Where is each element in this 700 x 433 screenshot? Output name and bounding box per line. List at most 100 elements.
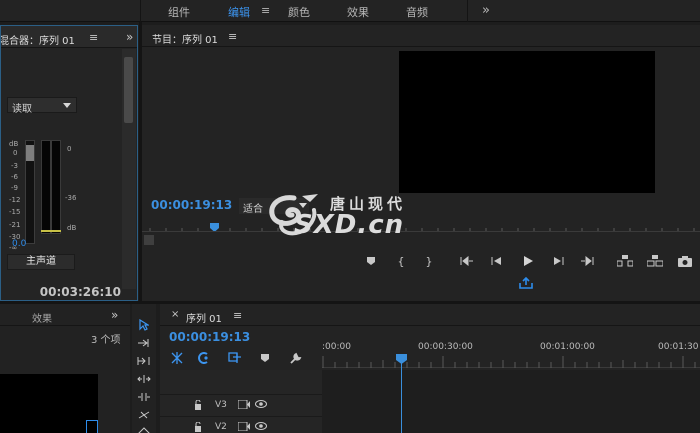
program-monitor-title[interactable]: 节目：序列 01 (152, 31, 218, 46)
db-tick: 0 (13, 149, 18, 157)
timeline-timecode[interactable]: 00:00:19:13 (169, 330, 250, 344)
left-db-scale: dB 0 -3 -6 -9 -12 -15 -21 -30 -∞ (5, 138, 25, 252)
timeline-header: × 序列 01 ≡ (160, 304, 700, 326)
chevron-down-icon (63, 103, 71, 108)
program-monitor-panel: 节目：序列 01 ≡ 00:00:19:13 适合 { } (142, 25, 700, 301)
track-header-v3[interactable]: V3 (160, 394, 322, 416)
workspace-tab-assembly[interactable]: 组件 (168, 4, 190, 20)
workspace-separator (467, 0, 468, 22)
thumbnail-badge-icon (86, 420, 98, 433)
workspace-tab-color[interactable]: 颜色 (288, 4, 310, 20)
timeline-playhead-line[interactable] (401, 354, 402, 433)
track-name: V3 (215, 400, 227, 410)
volume-fader-handle[interactable] (26, 145, 34, 161)
export-frame-icon[interactable] (515, 275, 537, 291)
meter-peak-indicator (41, 230, 61, 232)
rate-stretch-tool-icon[interactable] (136, 390, 152, 404)
track-name: V2 (215, 422, 227, 432)
sync-lock-icon[interactable] (238, 400, 250, 409)
workspace-tab-effects[interactable]: 效果 (347, 4, 369, 20)
timeline-ruler[interactable]: :00:00 00:00:30:00 00:01:00:00 00:01:30 (322, 340, 700, 368)
tab-effects[interactable]: 效果 (32, 310, 52, 325)
track-select-tool-icon[interactable] (136, 336, 152, 350)
workspace-bar: 组件 编辑 ≡ 颜色 效果 音频 » (0, 0, 700, 22)
timeline-panel: × 序列 01 ≡ 00:00:19:13 :00:00 00:00:30:00… (160, 304, 700, 433)
go-to-out-icon[interactable] (576, 253, 598, 269)
ruler-label: 00:01:30 (658, 342, 699, 352)
audio-mixer-panel: 混合器：序列 01 ≡ » 读取 dB 0 -3 -6 -9 -12 -15 -… (0, 25, 138, 301)
automation-mode-value: 读取 (12, 104, 32, 115)
volume-fader-track[interactable] (25, 140, 35, 244)
lock-icon[interactable] (194, 422, 202, 432)
panel-more-icon[interactable]: » (111, 309, 118, 321)
lift-icon[interactable] (614, 253, 636, 269)
workspace-more-icon[interactable]: » (482, 3, 490, 18)
zoom-scroll-handle[interactable] (144, 235, 154, 245)
razor-tool-icon[interactable] (136, 408, 152, 422)
rolling-edit-tool-icon[interactable] (136, 372, 152, 386)
marker-icon[interactable] (260, 353, 270, 363)
program-monitor-header: 节目：序列 01 ≡ (142, 25, 700, 47)
sequence-title[interactable]: 序列 01 (186, 310, 222, 325)
snap-icon[interactable] (170, 352, 184, 364)
panel-divider[interactable] (0, 301, 700, 304)
automation-mode-dropdown[interactable]: 读取 (7, 97, 77, 115)
db-tick: -3 (11, 162, 18, 170)
db-tick: dB (9, 140, 19, 148)
panel-menu-icon[interactable]: ≡ (233, 310, 242, 321)
workspace-tab-audio[interactable]: 音频 (406, 4, 428, 20)
project-item-count: 3 个项 (91, 335, 121, 346)
panel-more-icon[interactable]: » (126, 31, 133, 43)
db-tick: 0 (67, 145, 72, 153)
mark-out-icon[interactable]: } (418, 253, 440, 269)
workspace-separator (140, 0, 141, 22)
watermark-logo: 唐山现代 SXD.cn (262, 190, 442, 242)
mixer-scrollbar[interactable] (122, 49, 136, 289)
eye-icon[interactable] (255, 422, 267, 430)
panel-menu-icon[interactable]: ≡ (89, 32, 98, 43)
tools-panel (132, 304, 156, 433)
workspace-menu-icon[interactable]: ≡ (261, 4, 270, 17)
level-meter-left (41, 140, 51, 234)
ruler-ticks (322, 356, 696, 368)
db-tick: dB (67, 224, 77, 232)
mark-in-icon[interactable]: { (390, 253, 412, 269)
timeline-playhead-icon[interactable] (395, 353, 408, 365)
ruler-label: 00:01:00:00 (540, 342, 595, 352)
track-header-v2[interactable]: V2 (160, 416, 322, 433)
sync-lock-icon[interactable] (238, 422, 250, 431)
add-marker-timeline-icon[interactable] (228, 352, 242, 364)
eye-icon[interactable] (255, 400, 267, 408)
audio-mixer-header: 混合器：序列 01 ≡ » (1, 26, 137, 48)
program-video-frame[interactable] (399, 51, 655, 193)
play-icon[interactable] (517, 253, 539, 269)
add-marker-icon[interactable] (360, 253, 382, 269)
ripple-edit-tool-icon[interactable] (136, 354, 152, 368)
timeline-track-area[interactable] (322, 370, 700, 433)
volume-value[interactable]: 0.0 (12, 239, 26, 249)
selection-tool-icon[interactable] (136, 318, 152, 332)
close-tab-icon[interactable]: × (171, 310, 179, 320)
ruler-label: :00:00 (322, 342, 351, 352)
linked-selection-icon[interactable] (198, 352, 212, 364)
program-timecode[interactable]: 00:00:19:13 (151, 198, 232, 212)
level-meter-right (51, 140, 61, 234)
scrollbar-thumb[interactable] (124, 57, 133, 123)
extract-icon[interactable] (644, 253, 666, 269)
master-channel-label[interactable]: 主声道 (7, 254, 75, 270)
db-tick: -36 (65, 194, 77, 202)
workspace-tab-editing[interactable]: 编辑 (228, 4, 250, 20)
track-headers: V3 V2 (160, 370, 322, 433)
wrench-settings-icon[interactable] (288, 352, 302, 364)
panel-menu-icon[interactable]: ≡ (228, 31, 237, 42)
lock-icon[interactable] (194, 400, 202, 410)
playhead-icon[interactable] (210, 223, 219, 232)
audio-mixer-title[interactable]: 混合器：序列 01 (1, 32, 75, 47)
step-forward-icon[interactable] (547, 253, 569, 269)
project-item-thumbnail[interactable] (0, 374, 98, 433)
camera-icon[interactable] (674, 253, 696, 269)
panel-divider[interactable] (139, 22, 142, 301)
slip-tool-icon[interactable] (136, 424, 152, 433)
step-back-icon[interactable] (486, 253, 508, 269)
go-to-in-icon[interactable] (456, 253, 478, 269)
